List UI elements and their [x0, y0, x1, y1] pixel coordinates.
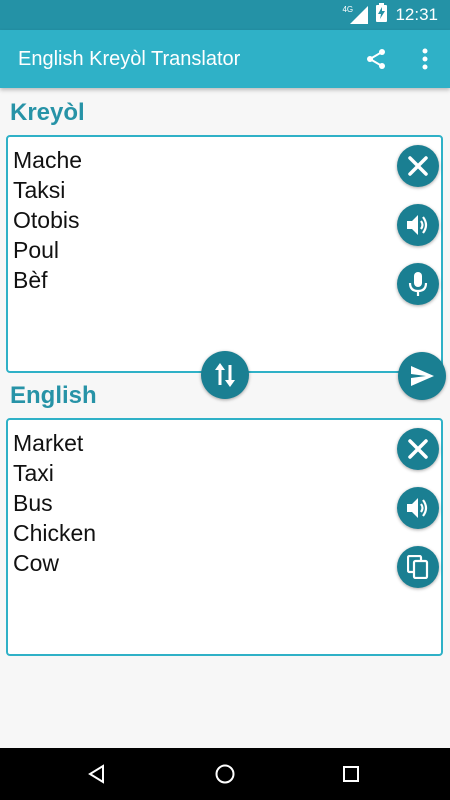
source-language-label[interactable]: Kreyòl: [10, 99, 85, 127]
target-copy-button[interactable]: [397, 546, 439, 588]
overflow-menu-icon[interactable]: [410, 44, 440, 74]
clear-icon: [408, 439, 428, 459]
speaker-icon: [407, 215, 428, 235]
navigation-bar: [0, 748, 450, 800]
home-icon[interactable]: [210, 759, 240, 789]
app-title: English Kreyòl Translator: [18, 48, 241, 70]
target-speak-button[interactable]: [397, 487, 439, 529]
source-text-box[interactable]: Mache Taksi Otobis Poul Bèf: [6, 135, 443, 373]
status-bar: 4G 12:31: [0, 0, 450, 30]
app-bar: English Kreyòl Translator: [0, 30, 450, 88]
back-icon[interactable]: [82, 759, 112, 789]
battery-icon: [376, 3, 388, 27]
target-text: Market Taxi Bus Chicken Cow: [13, 430, 97, 576]
source-clear-button[interactable]: [397, 145, 439, 187]
source-text[interactable]: Mache Taksi Otobis Poul Bèf: [13, 145, 82, 295]
translate-button[interactable]: [398, 352, 446, 400]
target-language-label[interactable]: English: [10, 382, 97, 410]
swap-icon: [215, 363, 235, 387]
status-icons: 4G 12:31: [342, 0, 438, 30]
signal-icon: 4G: [342, 5, 369, 24]
copy-icon: [407, 555, 429, 579]
clear-icon: [408, 156, 428, 176]
target-text-box[interactable]: Market Taxi Bus Chicken Cow: [6, 418, 443, 656]
recents-icon[interactable]: [336, 759, 366, 789]
send-icon: [411, 366, 434, 386]
target-clear-button[interactable]: [397, 428, 439, 470]
speaker-icon: [407, 498, 428, 518]
swap-languages-button[interactable]: [201, 351, 249, 399]
share-icon[interactable]: [361, 44, 391, 74]
source-speak-button[interactable]: [397, 204, 439, 246]
status-time: 12:31: [395, 5, 438, 24]
source-mic-button[interactable]: [397, 263, 439, 305]
microphone-icon: [408, 272, 428, 296]
